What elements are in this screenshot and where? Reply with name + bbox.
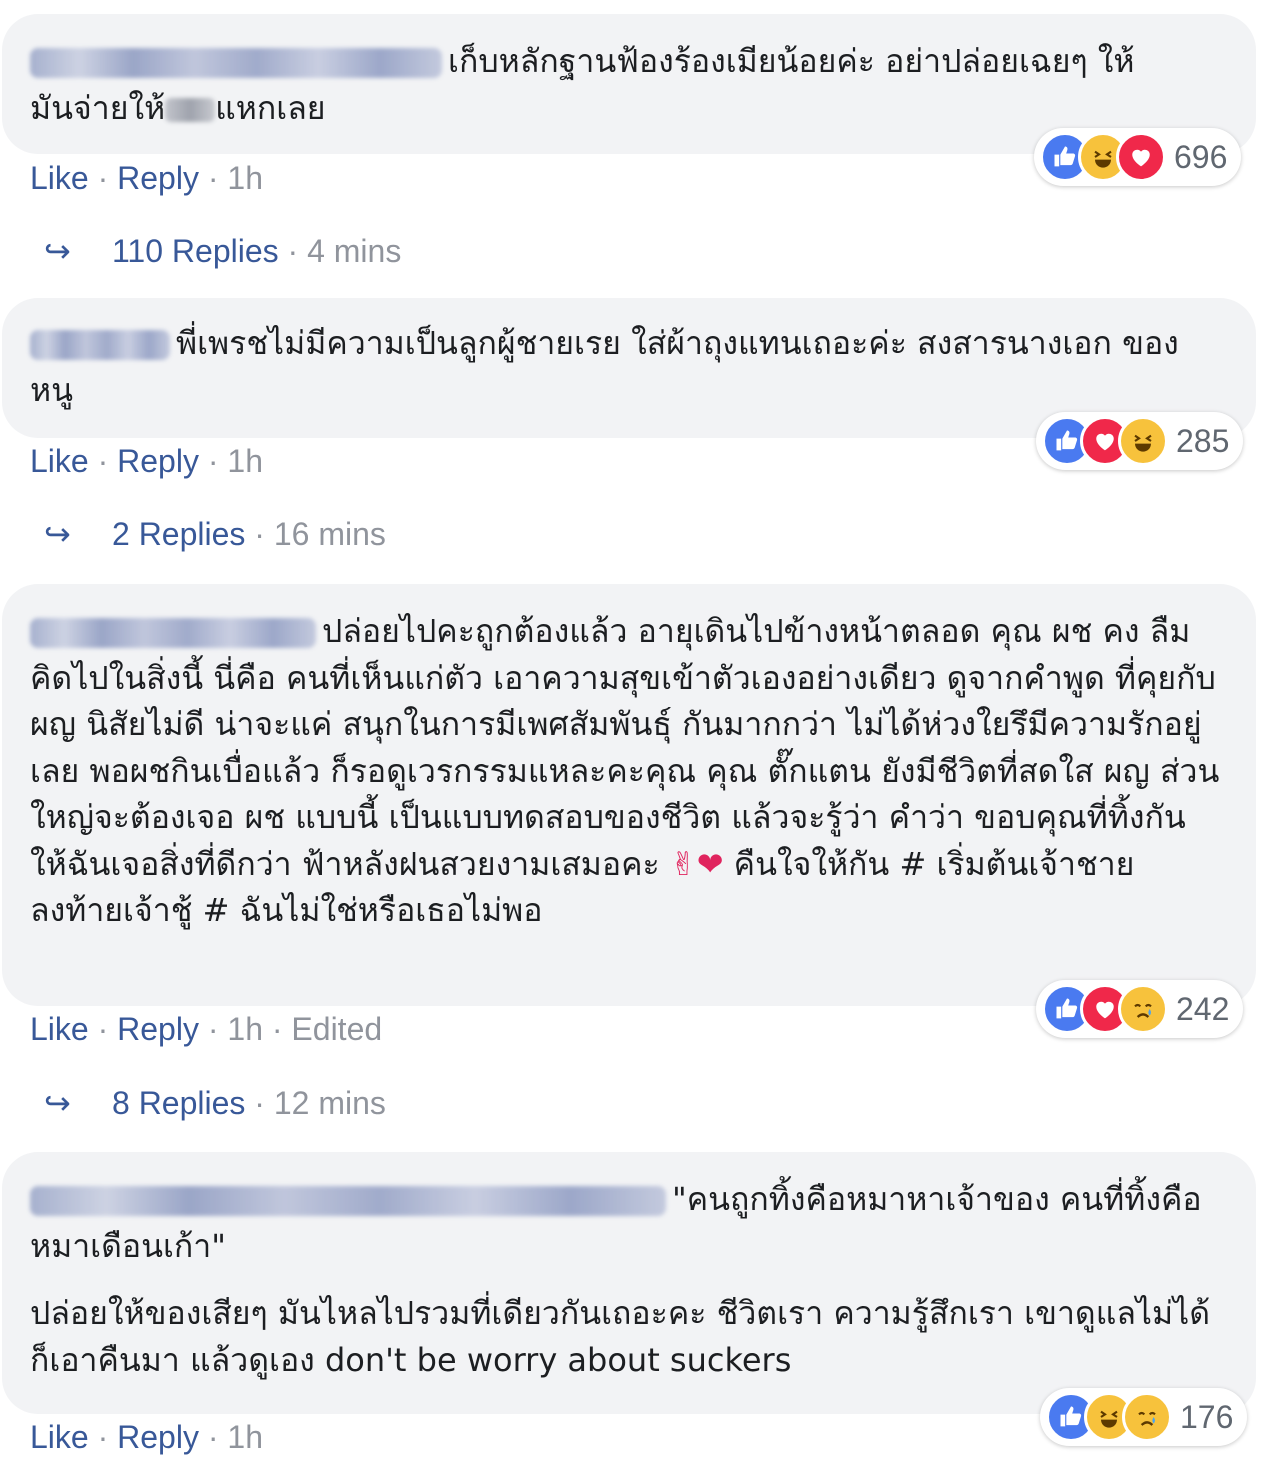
separator-dot: · [254, 516, 265, 552]
separator-dot: · [207, 443, 219, 479]
reply-link[interactable]: Reply [117, 443, 199, 479]
separator-dot: · [97, 160, 109, 196]
replies-count[interactable]: 110 Replies [112, 233, 279, 269]
reply-link[interactable]: Reply [117, 160, 199, 196]
separator-dot: · [97, 443, 109, 479]
separator-dot: · [207, 1011, 219, 1047]
separator-dot: · [287, 233, 299, 269]
emoji-peace-heart: ✌❤ [669, 844, 724, 883]
author-name[interactable] [30, 330, 170, 360]
reply-link[interactable]: Reply [117, 1419, 199, 1455]
author-name[interactable] [30, 1186, 666, 1216]
separator-dot: · [207, 160, 219, 196]
separator-dot: · [97, 1419, 109, 1455]
reaction-summary[interactable]: 242 [1036, 980, 1244, 1038]
love-icon [1116, 132, 1166, 182]
timestamp[interactable]: 1h [227, 1419, 263, 1455]
like-link[interactable]: Like [30, 1419, 89, 1455]
replies-time: 4 mins [307, 233, 402, 269]
author-name[interactable] [30, 618, 316, 648]
replies-time: 12 mins [273, 1085, 386, 1121]
view-replies-link[interactable]: ↪ 110 Replies · 4 mins [44, 232, 401, 270]
view-replies-link[interactable]: ↪ 8 Replies · 12 mins [44, 1084, 386, 1122]
comment-actions: Like · Reply · 1h · Edited [30, 1011, 382, 1048]
comment-text: ปล่อยไปคะถูกต้องแล้ว อายุเดินไปข้างหน้าต… [30, 612, 1220, 883]
reaction-count: 696 [1174, 138, 1228, 175]
like-link[interactable]: Like [30, 1011, 89, 1047]
like-link[interactable]: Like [30, 443, 89, 479]
separator-dot: · [271, 1011, 283, 1047]
reaction-summary[interactable]: 285 [1036, 412, 1244, 470]
comment-text: ปล่อยให้ของเสียๆ มันไหลไปรวมที่เดียวกันเ… [30, 1294, 1210, 1379]
timestamp[interactable]: 1h [227, 443, 263, 479]
replies-time: 16 mins [273, 516, 386, 552]
comment-actions: Like · Reply · 1h [30, 160, 263, 197]
comment-text: เก็บหลักฐานฟ้องร้องเมียน้อยค่ะ อย่าปล่อย… [448, 42, 1135, 80]
redacted-word [165, 98, 216, 122]
comment-bubble: ปล่อยไปคะถูกต้องแล้ว อายุเดินไปข้างหน้าต… [2, 584, 1256, 1006]
reaction-count: 242 [1176, 990, 1230, 1027]
replies-count[interactable]: 8 Replies [112, 1085, 245, 1121]
reply-arrow-icon: ↪ [44, 233, 71, 269]
reaction-count: 285 [1176, 422, 1230, 459]
comment-actions: Like · Reply · 1h [30, 443, 263, 480]
separator-dot: · [207, 1419, 219, 1455]
comment-actions: Like · Reply · 1h [30, 1419, 263, 1456]
comment-bubble: "คนถูกทิ้งคือหมาหาเจ้าของ คนที่ทิ้งคือหม… [2, 1152, 1256, 1414]
comment-text: พี่เพรชไม่มีความเป็นลูกผู้ชายเรย ใส่ผ้าถ… [30, 324, 1179, 409]
reaction-summary[interactable]: 176 [1040, 1388, 1248, 1446]
author-name[interactable] [30, 48, 442, 78]
replies-count[interactable]: 2 Replies [112, 516, 245, 552]
timestamp[interactable]: 1h [227, 160, 263, 196]
edited-label[interactable]: Edited [291, 1011, 382, 1047]
reply-arrow-icon: ↪ [44, 1085, 71, 1121]
comment-text: แหกเลย [215, 89, 326, 127]
sad-icon [1122, 1392, 1172, 1442]
separator-dot: · [254, 1085, 265, 1121]
haha-icon [1118, 416, 1168, 466]
sad-icon [1118, 984, 1168, 1034]
like-link[interactable]: Like [30, 160, 89, 196]
reaction-count: 176 [1180, 1398, 1234, 1435]
comment-text: มันจ่ายให้ [30, 89, 166, 127]
view-replies-link[interactable]: ↪ 2 Replies · 16 mins [44, 515, 386, 553]
reply-arrow-icon: ↪ [44, 516, 71, 552]
reply-link[interactable]: Reply [117, 1011, 199, 1047]
separator-dot: · [97, 1011, 109, 1047]
reaction-summary[interactable]: 696 [1034, 128, 1242, 186]
timestamp[interactable]: 1h [227, 1011, 263, 1047]
